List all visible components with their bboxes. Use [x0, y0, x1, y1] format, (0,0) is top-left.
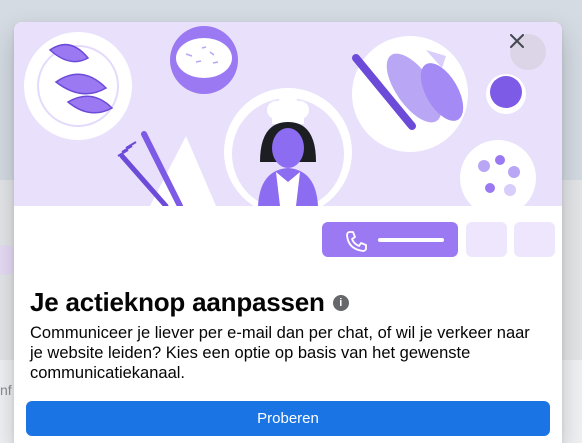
dialog-header: Je actieknop aanpassen i	[30, 287, 349, 318]
dialog-description: Communiceer je liever per e-mail dan per…	[30, 324, 530, 382]
phone-icon	[346, 231, 367, 252]
info-icon[interactable]: i	[332, 294, 349, 311]
tertiary-button-placeholder	[514, 222, 555, 257]
restaurant-illustration	[24, 26, 536, 206]
try-button[interactable]: Proberen	[26, 401, 550, 436]
close-icon	[510, 34, 524, 48]
close-button[interactable]	[510, 34, 546, 70]
customize-action-button-dialog: Je actieknop aanpassen i Communiceer je …	[14, 22, 562, 443]
hero-illustration	[14, 22, 562, 206]
secondary-button-placeholder	[466, 222, 507, 257]
action-button-preview	[14, 222, 562, 258]
dialog-title: Je actieknop aanpassen	[30, 287, 325, 317]
call-action-button-preview	[322, 222, 458, 257]
label-placeholder-bar	[378, 238, 444, 242]
backdrop-partial-text: nf	[0, 382, 12, 398]
